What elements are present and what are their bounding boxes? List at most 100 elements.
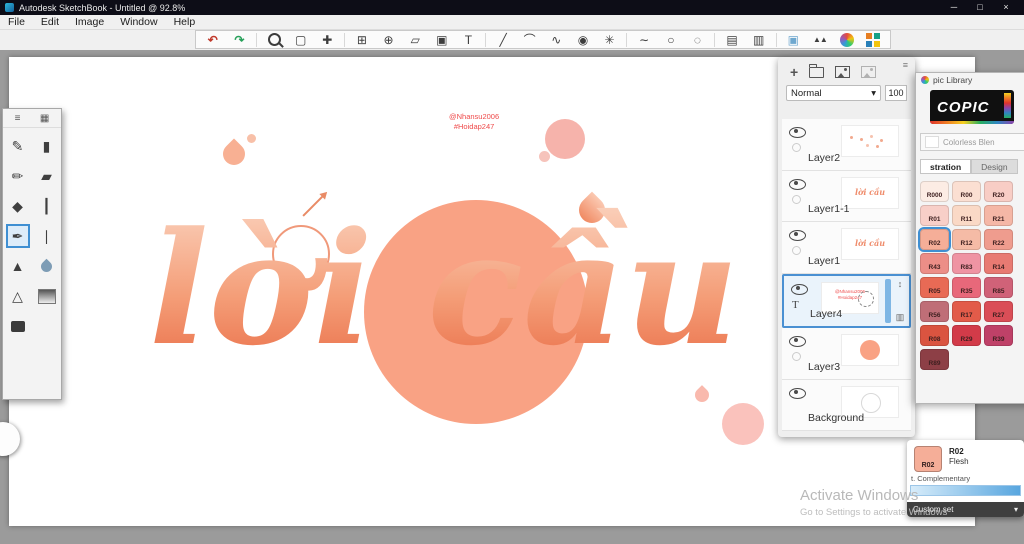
tab-design[interactable]: Design: [971, 159, 1018, 174]
layer-thumbnail[interactable]: lời cầu: [841, 176, 899, 209]
copic-swatch-r21[interactable]: R21: [984, 205, 1013, 226]
zoom-tool[interactable]: [261, 32, 287, 48]
visibility-eye-icon[interactable]: [789, 127, 806, 138]
layer-row-layer4-selected[interactable]: T @Nhansu2006 #Hoidap247 Layer4 ↕ ▥: [782, 273, 911, 328]
color-gradient-slider[interactable]: [910, 485, 1021, 496]
steady-stroke-tool[interactable]: ∼: [631, 32, 657, 48]
color-swatches-button[interactable]: [860, 32, 886, 48]
pencil-tool[interactable]: ✏: [6, 164, 30, 188]
redo-button[interactable]: ↷: [227, 32, 253, 48]
layer-row-layer2[interactable]: Layer2: [782, 119, 911, 171]
french-curve-tool[interactable]: ∿: [544, 32, 570, 48]
blend-mode-select[interactable]: Normal ▾: [786, 85, 881, 101]
airbrush-tool[interactable]: ▮: [35, 134, 59, 158]
copic-swatch-r02-selected[interactable]: R02: [918, 227, 951, 252]
menu-window[interactable]: Window: [112, 16, 165, 28]
layer-reorder-icon[interactable]: ↕: [898, 279, 903, 289]
tab-illustration[interactable]: stration: [920, 159, 972, 174]
ellipse-guide-tool[interactable]: ⌒: [517, 32, 543, 48]
layer-import-icon[interactable]: [861, 66, 877, 78]
layer-row-layer1[interactable]: lời cầu Layer1: [782, 222, 911, 274]
layer-opacity-input[interactable]: 100: [885, 85, 907, 101]
menu-file[interactable]: File: [0, 16, 33, 28]
fill-tool[interactable]: ▣: [429, 32, 455, 48]
add-layer-button[interactable]: +: [790, 65, 798, 79]
visibility-eye-icon[interactable]: [789, 387, 806, 399]
smudge-tool[interactable]: ▲: [6, 254, 30, 278]
visibility-eye-icon[interactable]: [789, 336, 806, 347]
copic-swatch-r39[interactable]: R39: [984, 325, 1013, 346]
undo-button[interactable]: ↶: [200, 32, 226, 48]
visibility-eye-icon[interactable]: [789, 230, 806, 241]
brush-library-button[interactable]: ▲▲: [807, 32, 833, 48]
layers-menu-icon[interactable]: ≡: [903, 60, 908, 70]
text-tool[interactable]: T: [456, 32, 482, 48]
copic-swatch-r05[interactable]: R05: [920, 277, 949, 298]
copic-swatch-r12[interactable]: R12: [952, 229, 981, 250]
copic-swatch-r35[interactable]: R35: [952, 277, 981, 298]
layer-name[interactable]: Layer2: [808, 152, 840, 164]
copic-swatch-r08[interactable]: R08: [920, 325, 949, 346]
selection-tool[interactable]: ▢: [288, 32, 314, 48]
perspective-guide-tool[interactable]: ◉: [570, 32, 596, 48]
chisel-pen-tool[interactable]: ◆: [6, 194, 30, 218]
ink-pen-tool[interactable]: ∣: [35, 224, 59, 248]
layer-row-background[interactable]: Background: [782, 379, 911, 431]
layer-row-layer1-1[interactable]: lời cầu Layer1-1: [782, 170, 911, 222]
magic-selection-tool[interactable]: ✚: [315, 32, 341, 48]
layer-group-icon[interactable]: [809, 63, 825, 78]
colorless-blender-row[interactable]: Colorless Blen: [920, 133, 1024, 151]
shape-lasso-tool[interactable]: ◌: [685, 32, 711, 48]
layer-thumbnail[interactable]: [841, 125, 899, 157]
copic-swatch-r27[interactable]: R27: [984, 301, 1013, 322]
copic-swatch-r17[interactable]: R17: [952, 301, 981, 322]
water-drop-tool[interactable]: [35, 254, 59, 278]
layer-row-layer3[interactable]: Layer3: [782, 328, 911, 380]
copic-swatch-r20[interactable]: R20: [984, 181, 1013, 202]
copic-swatch-r43[interactable]: R43: [920, 253, 949, 274]
layer-thumbnail[interactable]: lời cầu: [841, 228, 899, 260]
visibility-eye-icon[interactable]: [789, 178, 806, 190]
layer-lock-icon[interactable]: [792, 246, 801, 255]
copic-swatch-r85[interactable]: R85: [984, 277, 1013, 298]
copic-swatch-r01[interactable]: R01: [920, 205, 949, 226]
menu-edit[interactable]: Edit: [33, 16, 67, 28]
menu-help[interactable]: Help: [166, 16, 204, 28]
copic-swatch-r89[interactable]: R89: [920, 349, 949, 370]
copic-swatch-r11[interactable]: R11: [952, 205, 981, 226]
copic-swatch-r22[interactable]: R22: [984, 229, 1013, 250]
marker-tool[interactable]: ▰: [35, 164, 59, 188]
crop-tool[interactable]: ⊞: [349, 32, 375, 48]
layer-name[interactable]: Background: [808, 412, 864, 424]
layer-lock-icon[interactable]: [792, 194, 801, 204]
ballpoint-pen-tool[interactable]: ┃: [35, 194, 59, 218]
current-color-swatch[interactable]: R02: [914, 446, 942, 472]
copic-swatch-r000[interactable]: R000: [920, 181, 949, 202]
close-button[interactable]: ×: [993, 0, 1019, 15]
visibility-eye-icon[interactable]: [791, 283, 808, 295]
sliders-icon[interactable]: ≡: [15, 113, 21, 124]
eraser-tool[interactable]: [6, 314, 30, 338]
copic-swatch-r29[interactable]: R29: [952, 325, 981, 346]
paintbrush-tool[interactable]: ✎: [6, 134, 30, 158]
fountain-pen-tool[interactable]: ✒: [5, 224, 30, 248]
layer-lock-icon[interactable]: [792, 352, 801, 361]
layer-scrollbar[interactable]: [885, 278, 891, 323]
maximize-button[interactable]: □: [967, 0, 993, 15]
copic-swatch-r56[interactable]: R56: [920, 301, 949, 322]
menu-image[interactable]: Image: [67, 16, 112, 28]
symmetry-tool[interactable]: ✳: [597, 32, 623, 48]
layer-thumbnail[interactable]: [841, 334, 899, 366]
shape-circle-tool[interactable]: ○: [658, 32, 684, 48]
copic-swatch-r83[interactable]: R83: [952, 253, 981, 274]
minimize-button[interactable]: ─: [941, 0, 967, 15]
import-image-button[interactable]: ▤: [719, 32, 745, 48]
copic-titlebar[interactable]: pic Library: [916, 73, 1024, 87]
layer-name[interactable]: Layer3: [808, 361, 840, 373]
gradient-fill-tool[interactable]: [35, 284, 59, 308]
layer-name[interactable]: Layer1: [808, 255, 840, 267]
layer-name[interactable]: Layer4: [810, 308, 842, 320]
transform-tool[interactable]: ⊕: [376, 32, 402, 48]
layer-slider-icon[interactable]: ▥: [896, 312, 905, 323]
layer-editor-button[interactable]: ▣: [781, 32, 807, 48]
